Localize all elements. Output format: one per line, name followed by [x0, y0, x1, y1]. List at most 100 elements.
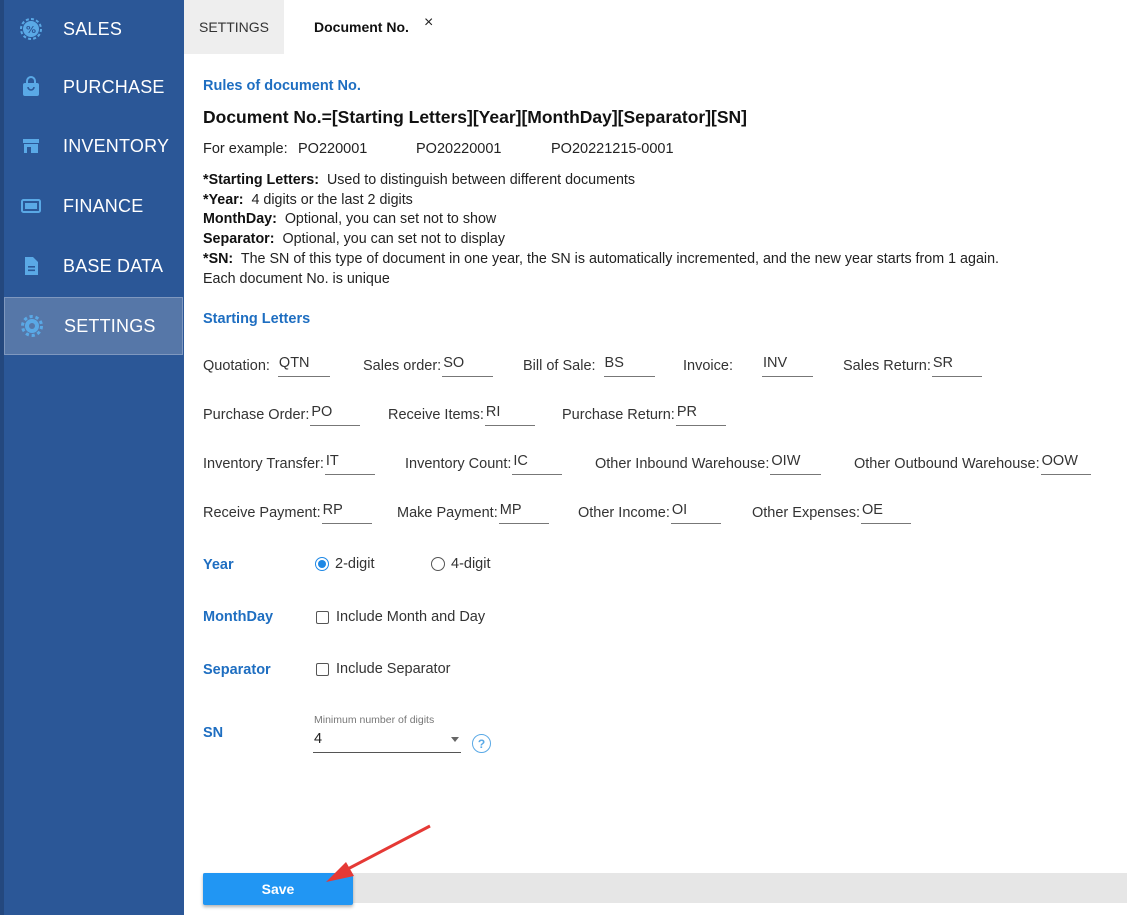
field-label: Other Income: [578, 505, 670, 521]
desc-text: Used to distinguish between different do… [326, 172, 636, 188]
desc-text: Optional, you can set not to show [284, 211, 497, 228]
rules-description: *Starting Letters: Used to distinguish b… [203, 171, 1103, 289]
field-label: Receive Items: [388, 407, 484, 423]
desc-term: Separator: [203, 231, 275, 248]
field-label: Other Expenses: [752, 505, 860, 521]
example-value: PO20220001 [416, 141, 502, 157]
checkbox[interactable] [316, 662, 329, 676]
sales-return-input[interactable] [931, 353, 982, 377]
sn-digits-select[interactable]: 4 [313, 729, 461, 753]
sidebar-item-label: BASE DATA [63, 255, 164, 276]
invoice-field: Invoice: [683, 353, 813, 377]
desc-term: *SN: [203, 250, 234, 267]
field-label: Purchase Order: [203, 407, 310, 423]
other-income-input[interactable] [670, 500, 721, 524]
purchase-order-field: Purchase Order: [203, 402, 361, 426]
field-label: Make Payment: [397, 505, 498, 521]
tab-settings[interactable]: SETTINGS [184, 0, 284, 54]
field-label: Other Outbound Warehouse: [854, 456, 1040, 472]
option-label: Include Month and Day [336, 609, 486, 625]
other-inbound-warehouse-input[interactable] [770, 451, 822, 475]
inventory-count-input[interactable] [512, 451, 563, 475]
receive-payment-field: Receive Payment: [203, 500, 372, 524]
inventory-transfer-input[interactable] [324, 451, 375, 475]
field-label: Sales order: [363, 358, 442, 374]
field-label: Invoice: [683, 358, 733, 374]
field-label: Inventory Count: [405, 456, 512, 472]
money-icon [20, 195, 42, 217]
purchase-order-input[interactable] [310, 402, 361, 426]
desc-term: *Year: [203, 191, 244, 208]
sidebar-item-purchase[interactable]: PURCHASE [4, 58, 183, 116]
help-icon[interactable]: ? [472, 734, 491, 753]
other-outbound-warehouse-field: Other Outbound Warehouse: [854, 451, 1091, 475]
year-label: Year [203, 557, 234, 573]
include-month-day-option[interactable]: Include Month and Day [316, 609, 485, 625]
bill-of-sale-input[interactable] [603, 353, 655, 377]
example-label: For example: [203, 141, 288, 157]
sidebar-item-sales[interactable]: % SALES [4, 0, 183, 58]
shopping-bag-icon [20, 76, 42, 98]
formula: Document No.=[Starting Letters][Year][Mo… [203, 107, 748, 127]
sidebar-item-settings[interactable]: SETTINGS [4, 297, 183, 355]
svg-text:%: % [26, 25, 36, 36]
desc-text: 4 digits or the last 2 digits [251, 191, 413, 208]
field-label: Sales Return: [843, 358, 931, 374]
caret-down-icon [451, 737, 459, 742]
sidebar-item-label: SALES [63, 18, 123, 39]
sidebar-item-finance[interactable]: FINANCE [4, 177, 183, 235]
receive-payment-input[interactable] [321, 500, 372, 524]
field-label: Receive Payment: [203, 505, 321, 521]
inventory-count-field: Inventory Count: [405, 451, 563, 475]
option-label: 4-digit [451, 556, 491, 572]
sales-return-field: Sales Return: [843, 353, 982, 377]
other-outbound-warehouse-input[interactable] [1040, 451, 1091, 475]
purchase-return-input[interactable] [675, 402, 726, 426]
quotation-input[interactable] [277, 353, 330, 377]
other-expenses-field: Other Expenses: [752, 500, 911, 524]
field-label: Purchase Return: [562, 407, 675, 423]
field-label: Other Inbound Warehouse: [595, 456, 770, 472]
year-2digit-option[interactable]: 2-digit [315, 556, 375, 572]
save-button[interactable]: Save [203, 873, 353, 905]
sidebar-item-label: INVENTORY [63, 135, 170, 156]
year-4digit-option[interactable]: 4-digit [431, 556, 491, 572]
sales-order-input[interactable] [442, 353, 494, 377]
bill-of-sale-field: Bill of Sale: [523, 353, 655, 377]
field-label: Quotation: [203, 358, 270, 374]
sn-label: SN [203, 725, 224, 741]
field-label: Bill of Sale: [523, 358, 596, 374]
desc-term: *Starting Letters: [203, 172, 319, 188]
option-label: Include Separator [336, 661, 451, 677]
select-value: 4 [314, 731, 323, 747]
invoice-input[interactable] [761, 353, 813, 377]
quotation-field: Quotation: [203, 353, 330, 377]
sidebar-item-label: PURCHASE [63, 76, 165, 97]
sidebar-item-base-data[interactable]: BASE DATA [4, 237, 183, 295]
sales-order-field: Sales order: [363, 353, 494, 377]
gear-icon [21, 315, 43, 337]
sidebar-item-label: FINANCE [63, 195, 144, 216]
sidebar: % SALES PURCHASE INVENTORY FINANCE BASE … [0, 0, 184, 915]
radio-unselected[interactable] [431, 557, 445, 571]
radio-selected[interactable] [315, 557, 329, 571]
starting-letters-title: Starting Letters [203, 311, 311, 327]
rules-title: Rules of document No. [203, 78, 361, 94]
desc-text: The SN of this type of document in one y… [240, 250, 1000, 267]
make-payment-input[interactable] [498, 500, 549, 524]
sn-helper-text: Minimum number of digits [314, 714, 435, 726]
include-separator-option[interactable]: Include Separator [316, 661, 450, 677]
monthday-label: MonthDay [203, 609, 274, 625]
receive-items-input[interactable] [484, 402, 535, 426]
tab-document-no[interactable]: Document No. [284, 0, 409, 54]
sidebar-item-label: SETTINGS [64, 315, 156, 336]
desc-term: MonthDay: [203, 211, 277, 228]
sidebar-item-inventory[interactable]: INVENTORY [4, 117, 183, 175]
checkbox[interactable] [316, 610, 329, 624]
close-icon[interactable]: × [424, 14, 433, 32]
other-expenses-input[interactable] [861, 500, 911, 524]
example-value: PO20221215-0001 [551, 141, 674, 157]
purchase-return-field: Purchase Return: [562, 402, 726, 426]
separator-label: Separator [203, 662, 271, 678]
inventory-transfer-field: Inventory Transfer: [203, 451, 375, 475]
